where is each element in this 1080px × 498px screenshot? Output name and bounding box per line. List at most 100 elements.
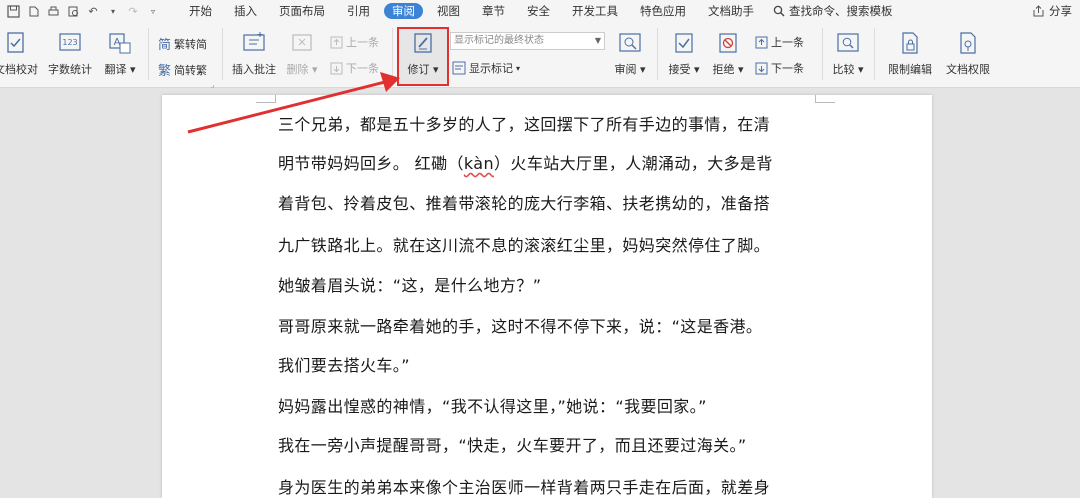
menu-developer[interactable]: 开发工具 [561,0,629,22]
paragraph-line[interactable]: 明节带妈妈回乡。 红磡（kàn）火车站大厅里，人潮涌动，大多是背 [278,150,773,174]
prev-change-button[interactable]: 上一条 [755,34,804,50]
translate-icon: A [108,30,132,56]
svg-text:123: 123 [62,38,77,47]
menu-insert[interactable]: 插入 [223,0,268,22]
menu-references[interactable]: 引用 [336,0,381,22]
markup-view-value: 显示标记的最终状态 [454,35,544,46]
menu-doc-assistant[interactable]: 文档助手 [697,0,765,22]
command-search-label: 查找命令、搜索模板 [789,4,893,18]
separator [392,28,393,80]
menu-chapter[interactable]: 章节 [471,0,516,22]
export-pdf-icon[interactable] [26,4,40,18]
menu-review[interactable]: 审阅 [384,3,423,19]
search-icon [773,5,785,17]
track-changes-button[interactable]: 修订 ▾ [399,22,447,77]
redo-icon[interactable]: ↷ [126,4,140,18]
accept-icon [672,30,696,56]
translate-button[interactable]: A 翻译 ▾ [100,22,140,77]
separator [657,28,658,80]
customize-icon[interactable]: ▿ [146,4,160,18]
translate-label: 翻译 ▾ [104,63,136,76]
reject-button[interactable]: 拒绝 ▾ [708,22,748,77]
save-icon[interactable] [6,4,20,18]
reject-label: 拒绝 ▾ [712,63,744,76]
print-icon[interactable] [46,4,60,18]
permission-icon [956,30,980,56]
document-permission-button[interactable]: 文档权限 [940,22,996,77]
prev-comment-button[interactable]: 上一条 [330,34,379,50]
print-preview-icon[interactable] [66,4,80,18]
simp-to-trad-label: 简转繁 [174,63,208,77]
document-permission-label: 文档权限 [946,63,990,76]
review-pane-icon [618,30,642,56]
paragraph-line[interactable]: 身为医生的弟弟本来像个主治医师一样背着两只手走在后面，就差身 [278,474,770,498]
paragraph-line[interactable]: 哥哥原来就一路牵着她的手，这时不得不停下来，说：“这是香港。 [278,313,762,337]
quick-access-toolbar: ↶ ▾ ↷ ▿ [0,0,160,22]
chevron-down-icon: ▾ [516,63,521,73]
separator [222,28,223,80]
spelling-error[interactable]: kàn [464,154,494,173]
insert-comment-icon [242,30,266,56]
next-change-label: 下一条 [771,62,804,75]
paragraph-line[interactable]: 我在一旁小声提醒哥哥，“快走，火车要开了，而且还要过海关。” [278,432,747,456]
reject-icon [716,30,740,56]
menu-special[interactable]: 特色应用 [629,0,697,22]
paragraph-line[interactable]: 九广铁路北上。就在这川流不息的滚滚红尘里，妈妈突然停住了脚。 [278,232,770,256]
show-markup-icon [452,61,466,75]
proofread-label: 文档校对 [0,63,38,76]
paragraph-line[interactable]: 她皱着眉头说：“这，是什么地方？” [278,272,541,296]
next-comment-button[interactable]: 下一条 [330,60,379,76]
simp-to-trad-icon: 繁 [158,64,172,79]
share-button[interactable]: 分享 [1032,0,1072,22]
prev-comment-icon [330,36,343,48]
insert-comment-button[interactable]: 插入批注 [228,22,280,77]
menu-view[interactable]: 视图 [426,0,471,22]
menu-home[interactable]: 开始 [178,0,223,22]
paragraph-line[interactable]: 三个兄弟，都是五十多岁的人了，这回摆下了所有手边的事情，在清 [278,111,770,135]
next-change-icon [755,62,768,74]
next-change-button[interactable]: 下一条 [755,60,804,76]
track-changes-label: 修订 ▾ [407,63,439,76]
proofread-button[interactable]: 文档校对 [0,22,40,77]
separator [822,28,823,80]
next-comment-label: 下一条 [346,62,379,75]
delete-comment-button[interactable]: 删除 ▾ [284,22,320,77]
compare-button[interactable]: 比较 ▾ [828,22,868,77]
trad-to-simp-button[interactable]: 简 繁转简 [158,34,208,54]
insert-comment-label: 插入批注 [232,63,276,76]
simp-to-trad-button[interactable]: 繁 简转繁 [158,60,208,80]
margin-marker [815,95,835,103]
share-icon [1033,4,1044,16]
accept-button[interactable]: 接受 ▾ [664,22,704,77]
word-count-label: 字数统计 [48,63,92,76]
accept-label: 接受 ▾ [668,63,700,76]
paragraph-line[interactable]: 着背包、拎着皮包、推着带滚轮的庞大行李箱、扶老携幼的，准备搭 [278,190,770,214]
next-comment-icon [330,62,343,74]
menu-page-layout[interactable]: 页面布局 [268,0,336,22]
restrict-editing-button[interactable]: 限制编辑 [882,22,938,77]
share-label: 分享 [1049,4,1072,18]
paragraph-line[interactable]: 妈妈露出惶惑的神情，“我不认得这里，”她说：“我要回家。” [278,393,707,417]
trad-to-simp-label: 繁转简 [174,37,208,51]
review-pane-label: 审阅 ▾ [614,63,646,76]
prev-comment-label: 上一条 [346,36,379,49]
review-pane-button[interactable]: 审阅 ▾ [610,22,650,77]
command-search[interactable]: 查找命令、搜索模板 [773,3,893,19]
chevron-down-icon: ▼ [594,36,601,45]
word-count-icon: 123 [58,30,82,56]
paragraph-line[interactable]: 我们要去搭火车。” [278,352,410,376]
menu-bar: ↶ ▾ ↷ ▿ 开始 插入 页面布局 引用 审阅 视图 章节 安全 开发工具 特… [0,0,1080,22]
undo-icon[interactable]: ↶ [86,4,100,18]
menu-security[interactable]: 安全 [516,0,561,22]
separator [874,28,875,80]
margin-marker [256,95,276,103]
dropdown-icon[interactable]: ▾ [106,4,120,18]
markup-view-select[interactable]: 显示标记的最终状态 ▼ [450,32,605,50]
show-markup-button[interactable]: 显示标记 ▾ [452,60,520,76]
restrict-editing-label: 限制编辑 [888,63,932,76]
prev-change-label: 上一条 [771,36,804,49]
trad-to-simp-icon: 简 [158,38,172,53]
lock-document-icon [898,30,922,56]
word-count-button[interactable]: 123 字数统计 [46,22,94,77]
delete-comment-label: 删除 ▾ [286,63,318,76]
